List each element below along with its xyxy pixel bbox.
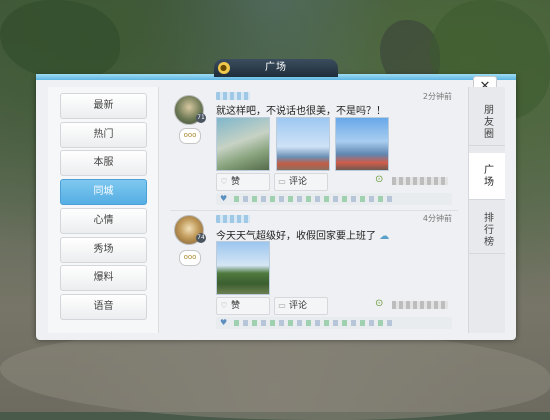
chat-bubble-icon[interactable]: ooo [179,250,201,266]
likers-blurred [234,320,394,326]
coin-icon: ● [218,62,230,74]
category-gossip[interactable]: 爆料 [60,265,147,291]
category-hot[interactable]: 热门 [60,122,147,148]
comment-button[interactable]: ▭ 评论 [274,173,328,191]
category-label: 热门 [93,129,114,140]
panel-title: ● 广场 [214,59,338,77]
category-label: 语音 [93,301,114,312]
likes-row: ♥ [216,317,452,329]
location-icon: ⊙ [375,174,384,185]
comment-icon: ▭ [278,177,286,186]
location-blurred [392,177,448,185]
comment-icon: ▭ [278,301,286,310]
thumb-up-icon: ♡ [220,301,228,310]
level-badge: 74 [196,233,206,243]
location-blurred [392,301,448,309]
likes-row: ♥ [216,193,452,205]
post-photo[interactable] [335,117,389,171]
location-icon: ⊙ [375,298,384,309]
chat-bubble-icon[interactable]: ooo [179,128,201,144]
panel-title-text: 广场 [265,62,287,73]
like-label: 赞 [231,301,241,311]
thumb-up-icon: ♡ [220,177,228,186]
post-photo[interactable] [276,117,330,171]
right-tab-bar: 朋友圈 广场 排行榜 [468,87,505,333]
likers-blurred [234,196,394,202]
heart-icon: ♥ [220,194,228,203]
tab-square[interactable]: 广场 [469,153,505,200]
post-feed[interactable]: 71 ooo 2分钟前 就这样吧，不说话也很美，不是吗？！ ♡ 赞 ▭ 评论 ⊙ ♥… [166,87,462,333]
tab-label: 广场 [481,164,493,188]
post-time: 4分钟前 [422,214,452,223]
level-badge: 71 [196,113,206,123]
category-label: 秀场 [93,244,114,255]
background-ground [0,330,550,420]
emoji-icon: ☁ [379,231,390,242]
category-label: 心情 [93,215,114,226]
post-text: 就这样吧，不说话也很美，不是吗？！ [216,106,386,117]
username-blurred[interactable] [216,92,250,100]
like-label: 赞 [231,177,241,187]
post-time: 2分钟前 [422,92,452,101]
username-blurred[interactable] [216,215,250,223]
category-label: 爆料 [93,272,114,283]
category-voice[interactable]: 语音 [60,294,147,320]
tab-friends-circle[interactable]: 朋友圈 [469,99,505,146]
category-local[interactable]: 同城 [60,179,147,205]
post-divider [170,210,458,211]
category-show[interactable]: 秀场 [60,237,147,263]
background-foliage [0,0,120,80]
category-server[interactable]: 本服 [60,150,147,176]
category-latest[interactable]: 最新 [60,93,147,119]
comment-button[interactable]: ▭ 评论 [274,297,328,315]
post-photo[interactable] [216,117,270,171]
like-button[interactable]: ♡ 赞 [216,297,270,315]
category-label: 同城 [93,186,114,197]
category-label: 本服 [93,157,114,168]
category-label: 最新 [93,100,114,111]
post-text: 今天天气超级好，收假回家要上班了 ☁ [216,227,389,242]
like-button[interactable]: ♡ 赞 [216,173,270,191]
tab-label: 排行榜 [481,212,493,248]
heart-icon: ♥ [220,318,228,327]
category-list: 最新 热门 本服 同城 心情 秀场 爆料 语音 [48,87,159,333]
comment-label: 评论 [289,177,308,187]
tab-label: 朋友圈 [481,104,493,140]
comment-label: 评论 [289,301,308,311]
tab-leaderboard[interactable]: 排行榜 [469,207,505,254]
post-photo[interactable] [216,241,270,295]
category-mood[interactable]: 心情 [60,208,147,234]
